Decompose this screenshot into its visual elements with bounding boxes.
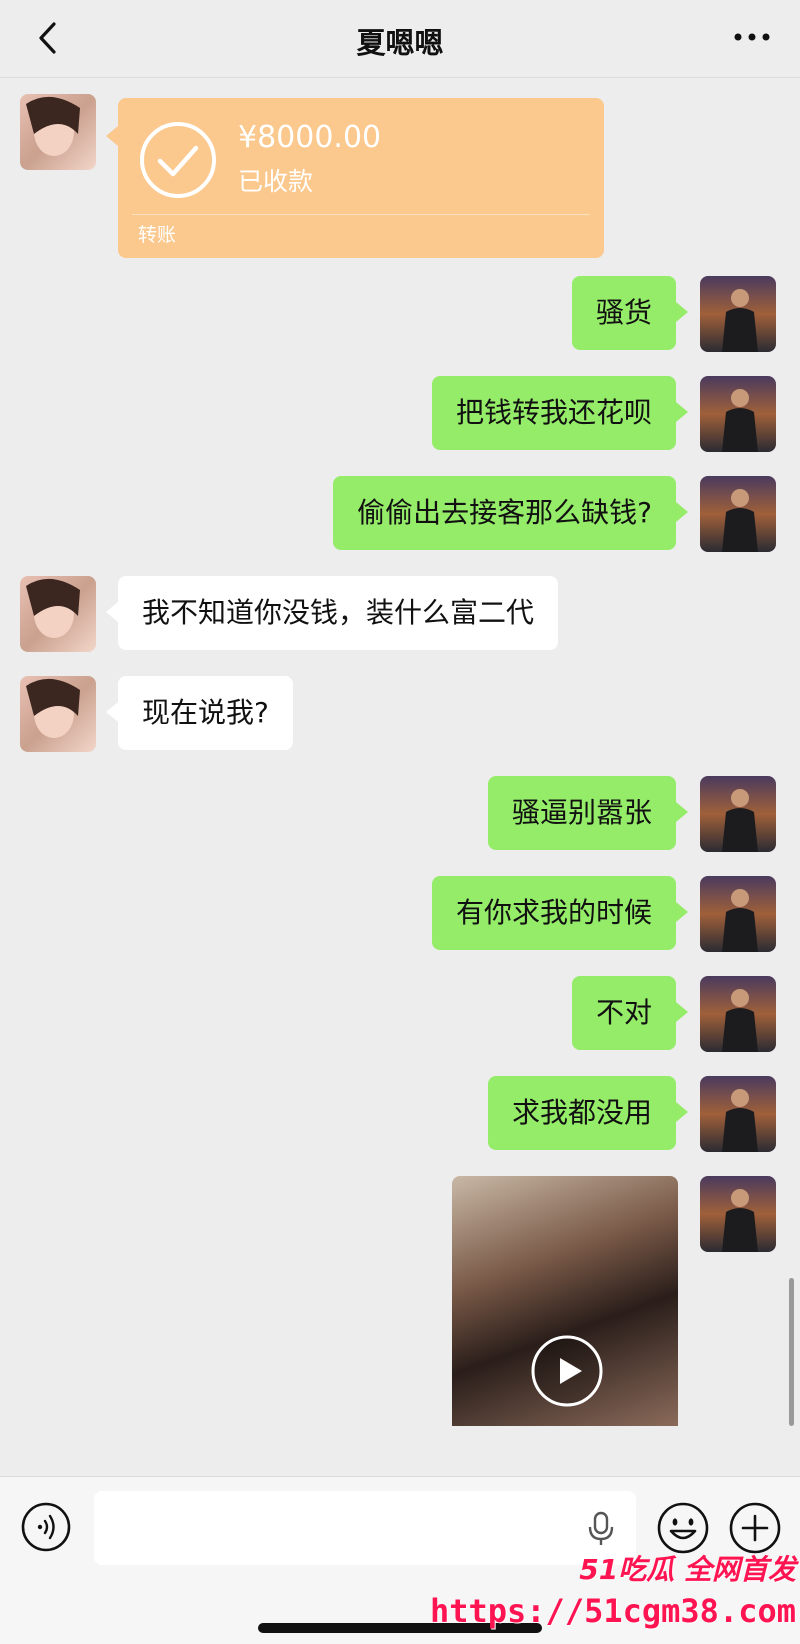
contact-avatar[interactable] — [20, 676, 96, 752]
mic-icon — [588, 1511, 614, 1545]
my-avatar[interactable] — [700, 876, 776, 952]
mic-button[interactable] — [586, 1511, 616, 1547]
message-bubble-outgoing[interactable]: 有你求我的时候 — [431, 876, 689, 950]
message-text: 我不知道你没钱，装什么富二代 — [142, 596, 535, 629]
video-message[interactable] — [452, 1176, 678, 1426]
emoji-button[interactable] — [656, 1501, 710, 1555]
my-avatar[interactable] — [700, 276, 776, 352]
my-avatar[interactable] — [700, 776, 776, 852]
message-text: 求我都没用 — [511, 1096, 652, 1129]
more-dots-icon — [734, 33, 770, 41]
my-avatar[interactable] — [700, 1076, 776, 1152]
message-text: 有你求我的时候 — [455, 896, 652, 929]
message-bubble-outgoing[interactable]: 偷偷出去接客那么缺钱? — [333, 476, 688, 550]
message-bubble-outgoing[interactable]: 不对 — [571, 976, 689, 1050]
my-avatar[interactable] — [700, 1176, 776, 1252]
transfer-label: 转账 — [138, 224, 177, 246]
message-text: 偷偷出去接客那么缺钱? — [357, 496, 652, 529]
voice-icon — [21, 1502, 71, 1552]
more-button[interactable] — [728, 22, 776, 52]
transfer-card[interactable]: ¥8000.00 已收款 转账 — [106, 98, 604, 258]
my-avatar[interactable] — [700, 476, 776, 552]
message-text: 骚货 — [595, 296, 652, 329]
message-bubble-outgoing[interactable]: 把钱转我还花呗 — [431, 376, 689, 450]
voice-button[interactable] — [20, 1501, 72, 1553]
message-input[interactable] — [94, 1491, 636, 1565]
my-avatar[interactable] — [700, 976, 776, 1052]
chat-header: 夏嗯嗯 — [0, 0, 800, 78]
plus-icon — [729, 1502, 781, 1554]
message-bubble-outgoing[interactable]: 求我都没用 — [487, 1076, 689, 1150]
emoji-icon — [657, 1502, 709, 1554]
message-text: 骚逼别嚣张 — [511, 796, 652, 829]
message-bubble-outgoing[interactable]: 骚货 — [571, 276, 689, 350]
contact-avatar[interactable] — [20, 576, 96, 652]
plus-button[interactable] — [728, 1501, 782, 1555]
divider — [132, 214, 590, 215]
message-text: 把钱转我还花呗 — [455, 396, 652, 429]
message-bubble-incoming[interactable]: 现在说我? — [106, 676, 293, 750]
transfer-amount: ¥8000.00 — [238, 120, 382, 155]
watermark-brand: 51吃瓜 全网首发 — [579, 1553, 796, 1586]
transfer-status: 已收款 — [238, 167, 314, 196]
message-list[interactable]: ¥8000.00 已收款 转账 骚货 把钱转我还花呗 偷偷出去接客那么缺钱? 我… — [0, 78, 800, 1476]
message-bubble-outgoing[interactable]: 骚逼别嚣张 — [487, 776, 689, 850]
watermark-url: https://51cgm38.com — [429, 1592, 796, 1630]
check-circle-icon — [140, 122, 216, 198]
chat-title: 夏嗯嗯 — [356, 26, 444, 60]
message-text: 现在说我? — [142, 696, 269, 729]
contact-avatar[interactable] — [20, 94, 96, 170]
message-bubble-incoming[interactable]: 我不知道你没钱，装什么富二代 — [105, 576, 559, 650]
scrollbar[interactable] — [789, 1278, 794, 1426]
play-icon — [531, 1335, 603, 1407]
my-avatar[interactable] — [700, 376, 776, 452]
message-text: 不对 — [595, 996, 652, 1029]
